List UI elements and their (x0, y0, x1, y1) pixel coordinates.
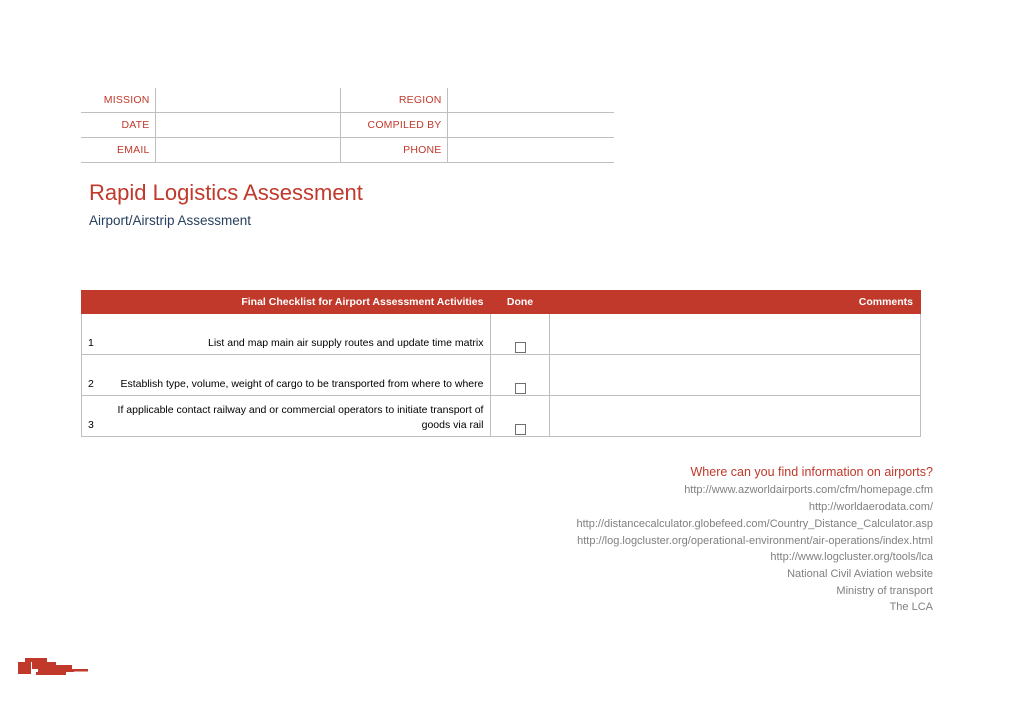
compiled-by-label: COMPILED BY (340, 112, 448, 138)
resource-item: Ministry of transport (836, 584, 933, 597)
table-row: 1 List and map main air supply routes an… (80, 313, 922, 355)
mission-info-table: MISSION REGION DATE COMPILED BY EMAIL PH… (81, 88, 614, 163)
mission-label: MISSION (81, 88, 156, 113)
resource-item: The LCA (889, 601, 933, 614)
done-checkbox[interactable] (514, 341, 526, 353)
column-header-comments: Comments (548, 290, 922, 314)
region-label: REGION (340, 88, 448, 113)
row-number: 2 (88, 377, 94, 390)
region-value[interactable] (447, 88, 614, 113)
activity-text: List and map main air supply routes and … (208, 336, 484, 349)
done-cell (490, 354, 550, 396)
comments-cell[interactable] (548, 354, 922, 396)
table-header-row: Final Checklist for Airport Assessment A… (80, 290, 922, 314)
done-cell (490, 395, 550, 437)
email-label: EMAIL (81, 137, 156, 163)
email-value[interactable] (155, 137, 341, 163)
date-label: DATE (81, 112, 156, 138)
row-number: 3 (88, 418, 94, 431)
phone-label: PHONE (340, 137, 448, 163)
table-row: MISSION REGION (81, 88, 614, 113)
activity-cell: 3 If applicable contact railway and or c… (80, 395, 492, 437)
activity-text: Establish type, volume, weight of cargo … (120, 377, 484, 390)
table-row: 3 If applicable contact railway and or c… (80, 395, 922, 437)
compiled-by-value[interactable] (447, 112, 614, 138)
column-header-done: Done (490, 290, 550, 314)
table-row: DATE COMPILED BY (81, 112, 614, 138)
airport-assessment-checklist-table: Final Checklist for Airport Assessment A… (80, 290, 922, 437)
resources-heading: Where can you find information on airpor… (690, 465, 934, 479)
row-number: 1 (88, 336, 94, 349)
activity-text: If applicable contact railway and or com… (117, 403, 484, 431)
resource-link[interactable]: http://worldaerodata.com/ (413, 499, 933, 516)
resource-link[interactable]: http://log.logcluster.org/operational-en… (413, 533, 933, 550)
resource-link[interactable]: http://distancecalculator.globefeed.com/… (413, 516, 934, 533)
page-title: Rapid Logistics Assessment (89, 180, 363, 205)
logo-icon (18, 658, 88, 675)
resources-section: Where can you find information on airpor… (413, 463, 934, 616)
done-checkbox[interactable] (514, 382, 526, 394)
comments-cell[interactable] (548, 313, 922, 355)
activity-cell: 2 Establish type, volume, weight of carg… (80, 354, 492, 396)
resource-link[interactable]: http://www.logcluster.org/tools/lca (413, 549, 933, 566)
resource-item: National Civil Aviation website (787, 567, 933, 580)
phone-value[interactable] (447, 137, 614, 163)
table-row: EMAIL PHONE (81, 137, 614, 163)
done-checkbox[interactable] (514, 423, 526, 435)
page-subtitle: Airport/Airstrip Assessment (89, 213, 252, 228)
resource-link[interactable]: http://www.azworldairports.com/cfm/homep… (413, 482, 933, 499)
column-header-activity: Final Checklist for Airport Assessment A… (80, 290, 492, 314)
done-cell (490, 313, 550, 355)
activity-cell: 1 List and map main air supply routes an… (80, 313, 492, 355)
mission-value[interactable] (155, 88, 341, 113)
date-value[interactable] (155, 112, 341, 138)
logistics-cluster-logo (18, 654, 98, 680)
table-row: 2 Establish type, volume, weight of carg… (80, 354, 922, 396)
comments-cell[interactable] (548, 395, 922, 437)
